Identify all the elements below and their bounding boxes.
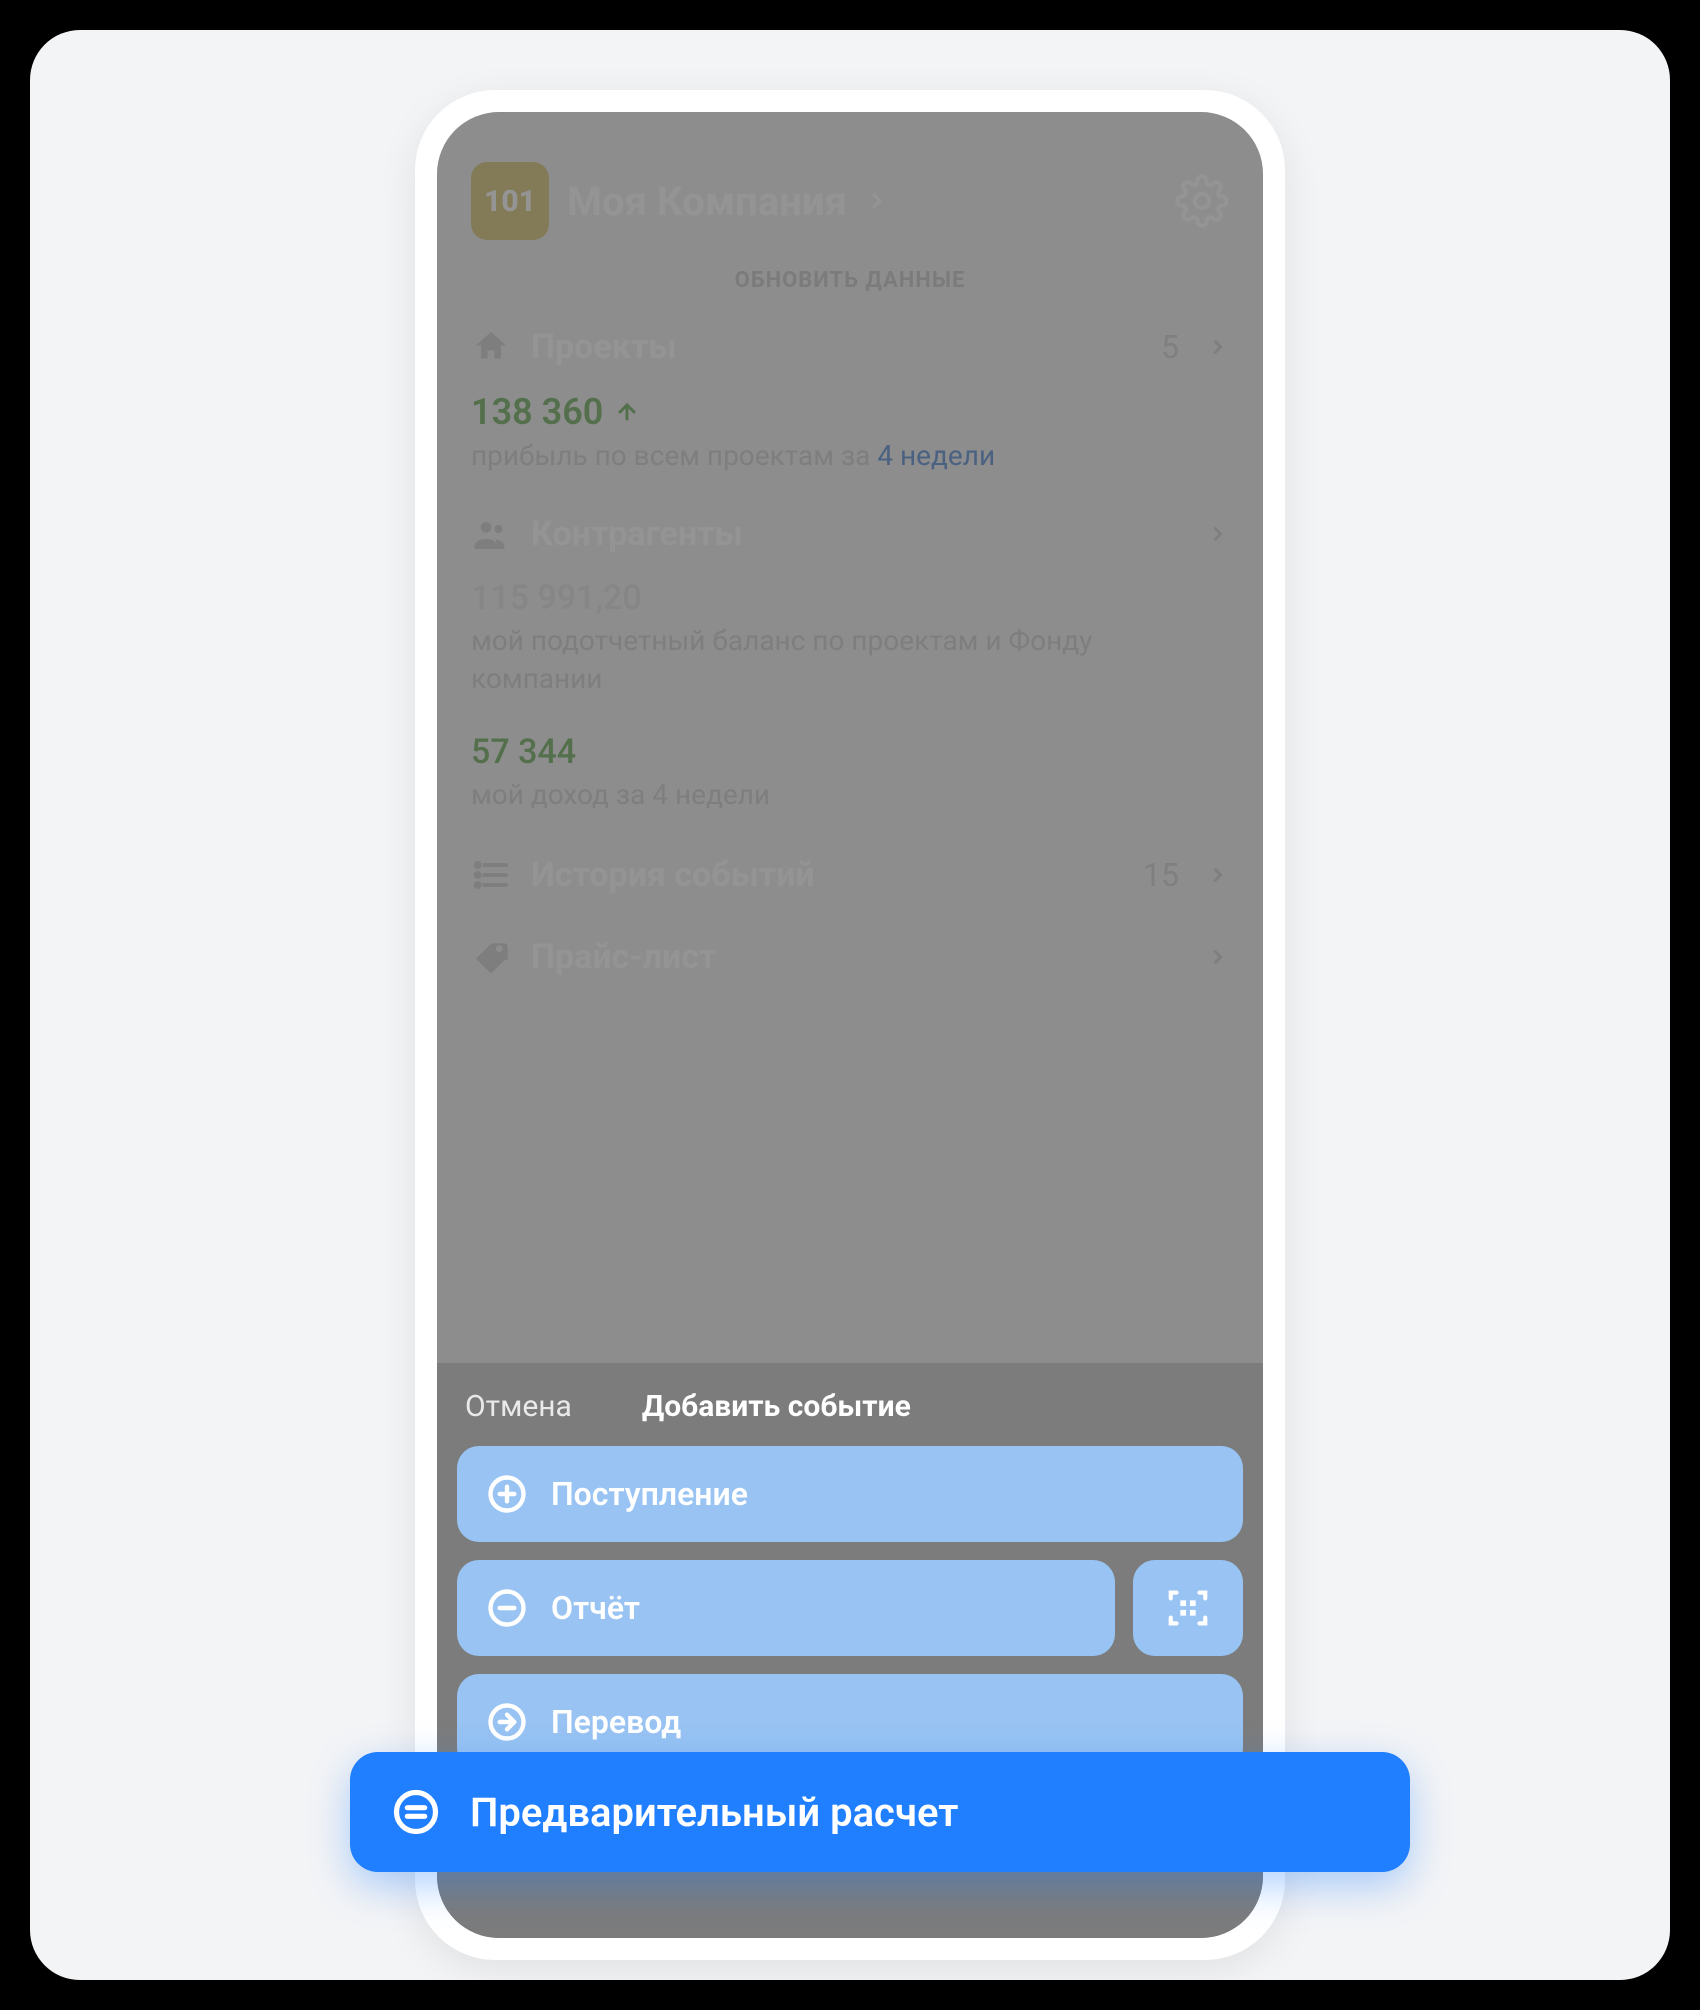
equals-circle-icon	[390, 1786, 442, 1838]
option-income[interactable]: Поступление	[457, 1446, 1243, 1542]
chevron-right-icon	[1207, 946, 1229, 968]
projects-profit-block: 138 360 прибыль по всем проектам за 4 не…	[471, 383, 1229, 498]
minus-circle-icon	[485, 1586, 529, 1630]
phone-frame: 101 Моя Компания ОБНОВИТЬ ДАННЫЕ Проекты…	[415, 90, 1285, 1960]
arrow-right-circle-icon	[485, 1700, 529, 1744]
income-value: 57 344	[471, 732, 1229, 772]
projects-label: Проекты	[531, 327, 676, 367]
projects-profit-number: 138 360	[471, 391, 603, 433]
plus-circle-icon	[485, 1472, 529, 1516]
option-income-label: Поступление	[551, 1475, 748, 1513]
gear-icon[interactable]	[1175, 174, 1229, 228]
list-icon	[471, 855, 511, 895]
counterparties-row[interactable]: Контрагенты	[471, 498, 1229, 570]
refresh-data-label[interactable]: ОБНОВИТЬ ДАННЫЕ	[471, 268, 1229, 293]
balance-sub: мой подотчетный баланс по проектам и Фон…	[471, 622, 1111, 698]
income-sub: мой доход за 4 недели	[471, 776, 1111, 814]
chevron-right-icon	[1207, 336, 1229, 358]
phone-screen: 101 Моя Компания ОБНОВИТЬ ДАННЫЕ Проекты…	[437, 112, 1263, 1938]
counterparties-balance-block: 115 991,20 мой подотчетный баланс по про…	[471, 570, 1229, 724]
people-icon	[471, 514, 511, 554]
option-preliminary-calculation[interactable]: Предварительный расчет	[350, 1752, 1410, 1872]
arrow-up-icon	[615, 400, 639, 424]
sheet-header: Отмена Добавить событие	[457, 1385, 1243, 1446]
projects-profit-sub: прибыль по всем проектам за 4 недели	[471, 439, 1229, 472]
app-header[interactable]: 101 Моя Компания	[471, 162, 1229, 240]
qr-scan-icon	[1165, 1585, 1211, 1631]
app-logo: 101	[471, 162, 549, 240]
scan-qr-button[interactable]	[1133, 1560, 1243, 1656]
balance-value: 115 991,20	[471, 578, 1229, 618]
chevron-right-icon	[865, 189, 889, 213]
tag-icon	[471, 937, 511, 977]
projects-profit-sub-prefix: прибыль по всем проектам за	[471, 439, 877, 472]
counterparties-label: Контрагенты	[531, 514, 743, 554]
projects-profit-period[interactable]: 4 недели	[877, 439, 995, 472]
sheet-title: Добавить событие	[642, 1389, 911, 1424]
projects-profit-value: 138 360	[471, 391, 1229, 433]
history-row[interactable]: История событий 15	[471, 839, 1229, 911]
company-name: Моя Компания	[567, 178, 847, 225]
option-preliminary-calculation-label: Предварительный расчет	[470, 1789, 958, 1836]
option-report[interactable]: Отчёт	[457, 1560, 1115, 1656]
chevron-right-icon	[1207, 523, 1229, 545]
history-count: 15	[1143, 856, 1179, 894]
history-label: История событий	[531, 855, 815, 895]
outer-card: 101 Моя Компания ОБНОВИТЬ ДАННЫЕ Проекты…	[30, 30, 1670, 1980]
cancel-button[interactable]: Отмена	[465, 1389, 572, 1424]
counterparties-income-block: 57 344 мой доход за 4 недели	[471, 724, 1229, 840]
option-report-label: Отчёт	[551, 1589, 640, 1627]
pricelist-row[interactable]: Прайс-лист	[471, 921, 1229, 993]
chevron-right-icon	[1207, 864, 1229, 886]
home-icon	[471, 327, 511, 367]
option-transfer-label: Перевод	[551, 1703, 681, 1741]
projects-count: 5	[1161, 328, 1179, 366]
stage: 101 Моя Компания ОБНОВИТЬ ДАННЫЕ Проекты…	[0, 0, 1700, 2010]
pricelist-label: Прайс-лист	[531, 937, 716, 977]
projects-row[interactable]: Проекты 5	[471, 311, 1229, 383]
